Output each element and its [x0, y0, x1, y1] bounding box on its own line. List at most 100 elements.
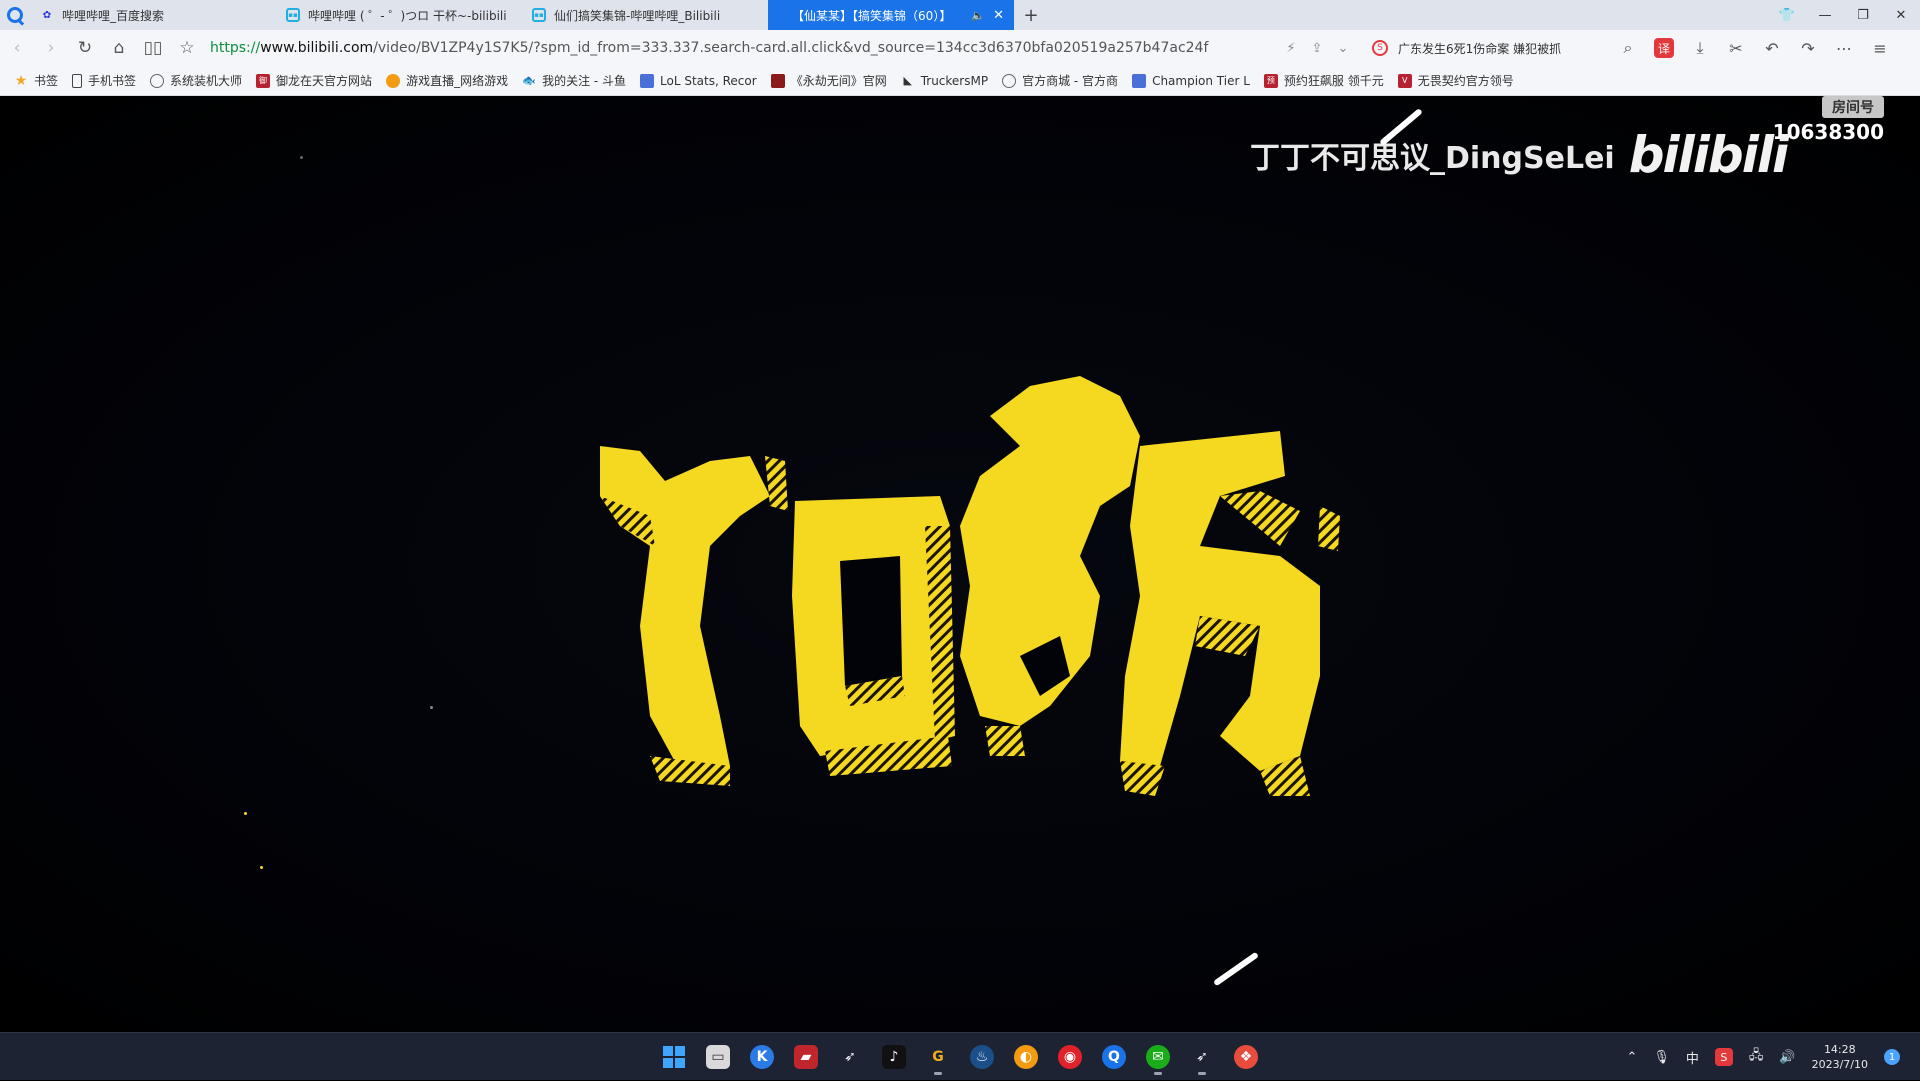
- game-launcher-icon[interactable]: ▰: [788, 1039, 824, 1075]
- bookmark-item[interactable]: 系统装机大师: [150, 72, 242, 89]
- steam-icon[interactable]: ♨: [964, 1039, 1000, 1075]
- notification-badge[interactable]: 1: [1884, 1049, 1900, 1065]
- room-number: 10638300: [1772, 120, 1884, 144]
- bookmark-item[interactable]: 🐟 我的关注 - 斗鱼: [522, 72, 626, 89]
- news-ticker[interactable]: S 广东发生6死1伤命案 嫌犯被抓: [1372, 40, 1592, 57]
- back-icon[interactable]: ‹: [0, 30, 34, 66]
- bookmark-item[interactable]: 官方商城 - 官方商: [1002, 72, 1118, 89]
- tab-label: 仙们搞笑集锦-哔哩哔哩_Bilibili: [554, 8, 721, 23]
- blue-square-icon: [1132, 73, 1147, 88]
- network-icon[interactable]: 🖧: [1749, 1046, 1764, 1068]
- bookmarks-bar: ★ 书签 手机书签 系统装机大师 御御龙在天官方网站 游戏直播_网络游戏 🐟 我的关…: [0, 66, 1920, 96]
- restore-icon[interactable]: ❐: [1844, 0, 1882, 30]
- orange-app-icon[interactable]: ◐: [1008, 1039, 1044, 1075]
- video-player[interactable]: 房间号 10638300 丁丁不可思议_DingSeLei bilibili: [0, 96, 1920, 1032]
- orange-circle-icon: [386, 73, 401, 88]
- chevron-down-icon[interactable]: ⌄: [1330, 41, 1356, 56]
- yellow-title-graphic: [600, 376, 1340, 796]
- home-icon[interactable]: ⌂: [102, 30, 136, 66]
- close-window-icon[interactable]: ✕: [1882, 0, 1920, 30]
- share-icon[interactable]: ⇪: [1304, 41, 1330, 56]
- tab-video-active[interactable]: 【仙某某】【搞笑集锦（60）】 🔈 ✕: [768, 0, 1014, 30]
- windows-start-icon[interactable]: [656, 1039, 692, 1075]
- bookmark-item[interactable]: V 无畏契约官方领号: [1397, 72, 1514, 89]
- reload-icon[interactable]: ↻: [68, 30, 102, 66]
- netease-music-icon[interactable]: ◉: [1052, 1039, 1088, 1075]
- bookmark-star-icon[interactable]: ☆: [170, 30, 204, 66]
- forward-icon[interactable]: ›: [34, 30, 68, 66]
- bookmark-item[interactable]: 御御龙在天官方网站: [256, 72, 372, 89]
- sogou-search-icon: S: [1372, 40, 1388, 56]
- bookmark-item[interactable]: 预预约狂飙服 领千元: [1263, 72, 1384, 89]
- red-bird-icon[interactable]: ❖: [1228, 1039, 1264, 1075]
- room-label: 房间号: [1822, 96, 1884, 118]
- ime-indicator[interactable]: 中: [1686, 1048, 1699, 1067]
- uploader-name: 丁丁不可思议_DingSeLei: [1250, 141, 1615, 176]
- tab-bar: ✿ 哔哩哔哩_百度搜索 ▪▪ 哔哩哔哩 ( ゜- ゜)つロ 干杯~-bilibi…: [0, 0, 1920, 30]
- audio-playing-icon[interactable]: 🔈: [971, 9, 985, 22]
- tab-label: 哔哩哔哩 ( ゜- ゜)つロ 干杯~-bilibili: [308, 8, 507, 23]
- toolbar-right: ⌕ 译 ⤓ ✂ ↶ ↷ ⋯ ≡: [1610, 38, 1898, 58]
- lightning-icon[interactable]: ⚡: [1278, 41, 1304, 56]
- taskbar: ▭ K ▰ ➶ ♪ G ♨ ◐ ◉ Q ✉ ➶ ❖ ⌃ 🎙 中 S 🖧 🔊 14…: [0, 1032, 1920, 1080]
- blue-square-icon: [640, 73, 655, 88]
- volume-icon[interactable]: 🔊: [1779, 1050, 1795, 1065]
- feather-app-icon[interactable]: ➶: [1184, 1039, 1220, 1075]
- baidu-paw-icon: ✿: [42, 9, 52, 21]
- window-controls: 👕 — ❐ ✕: [1768, 0, 1920, 30]
- translate-icon[interactable]: 译: [1654, 38, 1674, 58]
- minimize-icon[interactable]: —: [1806, 0, 1844, 30]
- bookmark-item[interactable]: ★ 书签: [14, 72, 58, 89]
- url-path: /video/BV1ZP4y1S7K5/?spm_id_from=333.337…: [373, 40, 1209, 56]
- navigation-bar: ‹ › ↻ ⌂ ▯▯ ☆ https://www.bilibili.com/vi…: [0, 30, 1920, 66]
- globe-icon: [150, 73, 165, 88]
- news-ticker-text: 广东发生6死1伤命案 嫌犯被抓: [1398, 41, 1562, 56]
- tab-baidu-search[interactable]: ✿ 哔哩哔哩_百度搜索: [30, 0, 276, 30]
- chevron-up-icon[interactable]: ⌃: [1626, 1050, 1637, 1065]
- tab-bilibili-home[interactable]: ▪▪ 哔哩哔哩 ( ゜- ゜)つロ 干杯~-bilibili: [276, 0, 522, 30]
- screenshot-scissors-icon[interactable]: ✂: [1718, 39, 1754, 58]
- tab-bilibili-search[interactable]: ▪▪ 仙们搞笑集锦-哔哩哔哩_Bilibili: [522, 0, 768, 30]
- uploader-watermark: 丁丁不可思议_DingSeLei bilibili: [1250, 126, 1789, 184]
- tab-label: 哔哩哔哩_百度搜索: [62, 8, 165, 23]
- clock[interactable]: 14:28 2023/7/10: [1812, 1042, 1868, 1072]
- address-input[interactable]: https://www.bilibili.com/video/BV1ZP4y1S…: [210, 40, 1270, 56]
- microphone-icon[interactable]: 🎙: [1653, 1050, 1670, 1065]
- bookmark-item[interactable]: 游戏直播_网络游戏: [386, 72, 508, 89]
- download-icon[interactable]: ⤓: [1682, 38, 1718, 58]
- more-icon[interactable]: ⋯: [1826, 39, 1862, 58]
- refresh-alt-icon[interactable]: ↷: [1790, 39, 1826, 58]
- reading-mode-icon[interactable]: ▯▯: [136, 30, 170, 66]
- bookmark-item[interactable]: 手机书签: [72, 72, 136, 89]
- tiktok-icon[interactable]: ♪: [876, 1039, 912, 1075]
- menu-icon[interactable]: ≡: [1862, 39, 1898, 58]
- shirt-skin-icon[interactable]: 👕: [1768, 0, 1806, 30]
- bookmark-item[interactable]: Champion Tier L: [1132, 73, 1250, 88]
- clock-date: 2023/7/10: [1811, 1058, 1868, 1071]
- browser-icon[interactable]: Q: [1096, 1039, 1132, 1075]
- new-tab-button[interactable]: +: [1014, 0, 1048, 30]
- close-tab-icon[interactable]: ✕: [993, 8, 1004, 23]
- taskbar-apps: ▭ K ▰ ➶ ♪ G ♨ ◐ ◉ Q ✉ ➶ ❖: [656, 1039, 1264, 1075]
- search-icon[interactable]: ⌕: [1610, 38, 1646, 58]
- wechat-icon[interactable]: ✉: [1140, 1039, 1176, 1075]
- star-icon: ★: [14, 72, 28, 89]
- phone-icon: [72, 73, 83, 88]
- bookmark-item[interactable]: 《永劫无间》官网: [770, 72, 887, 89]
- bookmark-item[interactable]: ◣ TruckersMP: [901, 74, 988, 88]
- system-tray: ⌃ 🎙 中 S 🖧 🔊 14:28 2023/7/10 1: [1626, 1033, 1900, 1081]
- undo-icon[interactable]: ↶: [1754, 39, 1790, 58]
- globe-icon: [1002, 73, 1017, 88]
- file-explorer-icon[interactable]: ▭: [700, 1039, 736, 1075]
- tab-label: 【仙某某】【搞笑集锦（60）】: [792, 8, 952, 23]
- sparkle-dot: [300, 156, 303, 159]
- clock-time: 14:28: [1823, 1043, 1856, 1056]
- kugou-music-icon[interactable]: K: [744, 1039, 780, 1075]
- sogou-ime-icon[interactable]: S: [1714, 1048, 1733, 1066]
- feather-app-icon[interactable]: ➶: [832, 1039, 868, 1075]
- g-app-icon[interactable]: G: [920, 1039, 956, 1075]
- game-red-icon: 预: [1263, 73, 1278, 88]
- bookmark-item[interactable]: LoL Stats, Recor: [640, 73, 757, 88]
- truck-icon: ◣: [903, 74, 912, 87]
- browser-logo-icon[interactable]: [0, 0, 30, 30]
